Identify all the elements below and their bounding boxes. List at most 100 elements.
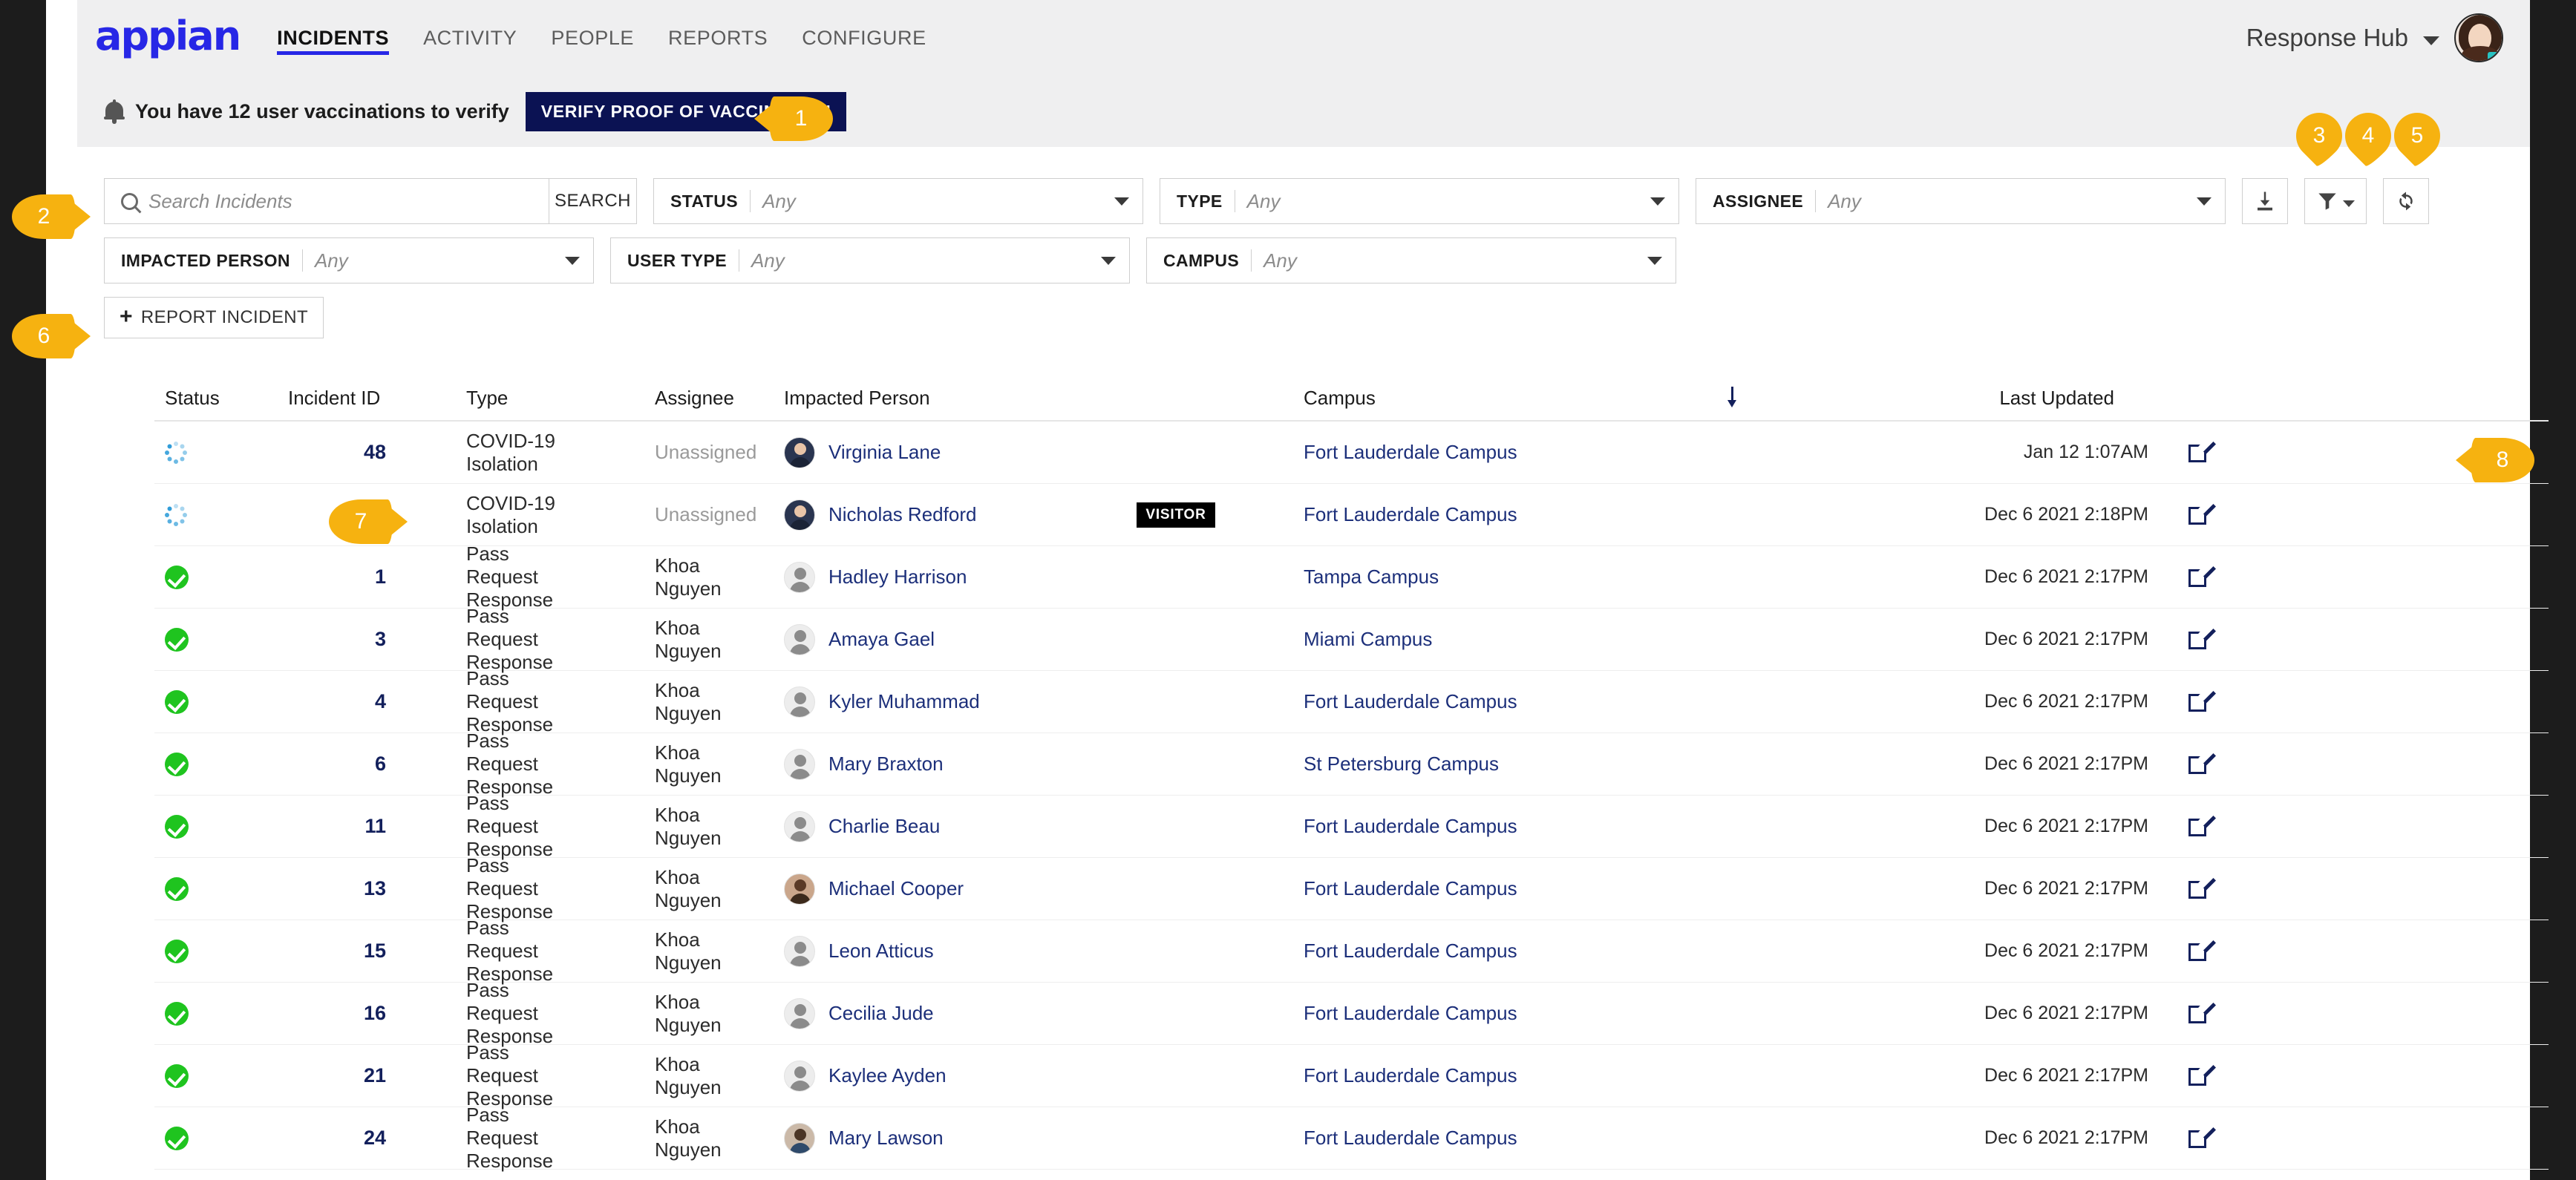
filter-assignee[interactable]: ASSIGNEE Any	[1696, 178, 2226, 224]
table-row[interactable]: 6 Pass Request Response Khoa Nguyen Mary Br…	[154, 730, 2549, 798]
impacted-person-link[interactable]: Leon Atticus	[828, 940, 934, 963]
search-button[interactable]: SEARCH	[549, 178, 637, 224]
table-row[interactable]: 24 Pass Request Response Khoa Nguyen Mary L…	[154, 1104, 2549, 1172]
column-header-campus[interactable]: Campus	[1250, 387, 1636, 410]
edit-icon[interactable]	[2188, 813, 2216, 837]
filter-campus[interactable]: CAMPUS Any	[1146, 237, 1676, 283]
status-complete-icon	[154, 1001, 249, 1026]
status-complete-icon	[154, 752, 249, 776]
table-row[interactable]: 16 Pass Request Response Khoa Nguyen Cecili…	[154, 979, 2549, 1047]
nav-item-label: PEOPLE	[551, 26, 635, 49]
filter-campus-label: CAMPUS	[1163, 250, 1240, 270]
impacted-person-link[interactable]: Nicholas Redford	[828, 503, 976, 526]
impacted-person-link[interactable]: Kyler Muhammad	[828, 690, 980, 713]
impacted-person-link[interactable]: Mary Braxton	[828, 753, 944, 776]
appian-logo[interactable]: appian	[95, 16, 241, 56]
impacted-person-link[interactable]: Hadley Harrison	[828, 566, 967, 589]
filter-type-label: TYPE	[1177, 191, 1223, 211]
cell-last-updated: Dec 6 2021 2:17PM	[1829, 1065, 2156, 1086]
download-button[interactable]	[2242, 178, 2288, 224]
impacted-person-link[interactable]: Amaya Gael	[828, 628, 935, 651]
campus-link[interactable]: Fort Lauderdale Campus	[1304, 690, 1517, 712]
refresh-button[interactable]	[2383, 178, 2429, 224]
callout-marker-6: 6	[12, 314, 91, 358]
report-incident-button[interactable]: + REPORT INCIDENT	[104, 297, 324, 338]
search-input[interactable]: Search Incidents	[104, 178, 549, 224]
table-row[interactable]: 4 Pass Request Response Khoa Nguyen Kyler M…	[154, 667, 2549, 735]
cell-campus: Fort Lauderdale Campus	[1250, 1002, 1636, 1025]
column-header-status[interactable]: Status	[154, 387, 249, 410]
table-row[interactable]: 48 COVID-19 Isolation Unassigned Virginia L…	[154, 422, 2549, 484]
filter-impacted-person[interactable]: IMPACTED PERSON Any	[104, 237, 594, 283]
campus-link[interactable]: Fort Lauderdale Campus	[1304, 1127, 1517, 1149]
user-menu[interactable]: Response Hub	[2246, 13, 2503, 62]
edit-icon[interactable]	[2188, 1062, 2216, 1086]
cell-assignee-text: Khoa Nguyen	[655, 616, 722, 662]
impacted-person-link[interactable]: Mary Lawson	[828, 1127, 944, 1150]
column-header-last-updated[interactable]: Last Updated	[1829, 387, 2156, 410]
cell-incident-id: 13	[249, 877, 390, 900]
table-row[interactable]: 21 Pass Request Response Khoa Nguyen Kaylee…	[154, 1041, 2549, 1109]
cell-edit-action	[2156, 563, 2242, 588]
campus-link[interactable]: Tampa Campus	[1304, 566, 1439, 588]
cell-incident-id-text: 1	[374, 566, 386, 588]
callout-pointer	[74, 203, 91, 230]
table-row[interactable]: 13 Pass Request Response Khoa Nguyen Michae…	[154, 854, 2549, 922]
table-row[interactable]: 15 Pass Request Response Khoa Nguyen Leon A…	[154, 917, 2549, 985]
cell-type-text: COVID-19 Isolation	[466, 429, 555, 475]
sort-indicator[interactable]	[1636, 387, 1829, 409]
filter-user-type[interactable]: USER TYPE Any	[610, 237, 1130, 283]
nav-item-reports[interactable]: REPORTS	[668, 0, 768, 76]
impacted-person-link[interactable]: Kaylee Ayden	[828, 1064, 947, 1087]
nav-item-configure[interactable]: CONFIGURE	[802, 0, 926, 76]
edit-icon[interactable]	[2188, 750, 2216, 775]
impacted-person-link[interactable]: Virginia Lane	[828, 441, 941, 464]
column-header-type[interactable]: Type	[390, 387, 566, 410]
nav-item-people[interactable]: PEOPLE	[551, 0, 634, 76]
edit-icon[interactable]	[2188, 563, 2216, 588]
chevron-down-icon	[1647, 256, 1662, 265]
column-header-impacted-person[interactable]: Impacted Person	[722, 387, 1102, 410]
cell-last-updated: Dec 6 2021 2:17PM	[1829, 566, 2156, 588]
campus-link[interactable]: Fort Lauderdale Campus	[1304, 815, 1517, 837]
nav-item-incidents[interactable]: INCIDENTS	[277, 0, 389, 76]
nav-item-label: REPORTS	[668, 26, 768, 49]
nav-item-activity[interactable]: ACTIVITY	[423, 0, 517, 76]
table-row[interactable]: 11 Pass Request Response Khoa Nguyen Charli…	[154, 792, 2549, 860]
edit-icon[interactable]	[2188, 688, 2216, 712]
table-row[interactable]: 3 Pass Request Response Khoa Nguyen Amaya G…	[154, 605, 2549, 673]
filter-status[interactable]: STATUS Any	[653, 178, 1143, 224]
campus-link[interactable]: St Petersburg Campus	[1304, 753, 1499, 775]
avatar[interactable]	[2454, 13, 2503, 62]
edit-icon[interactable]	[2188, 937, 2216, 962]
left-margin	[46, 0, 77, 1180]
edit-icon[interactable]	[2188, 626, 2216, 650]
campus-link[interactable]: Fort Lauderdale Campus	[1304, 877, 1517, 899]
campus-link[interactable]: Fort Lauderdale Campus	[1304, 503, 1517, 525]
edit-icon[interactable]	[2188, 1000, 2216, 1024]
filter-button[interactable]	[2304, 178, 2367, 224]
callout-number: 1	[794, 106, 808, 131]
edit-icon[interactable]	[2188, 1124, 2216, 1149]
column-header-assignee[interactable]: Assignee	[566, 387, 734, 410]
filter-impacted-person-value: Any	[314, 249, 348, 272]
column-header-incident-id[interactable]: Incident ID	[249, 387, 390, 410]
table-row[interactable]: 29COVID-19 IsolationUnassignedNicholas R…	[154, 484, 2549, 546]
campus-link[interactable]: Miami Campus	[1304, 628, 1432, 650]
campus-link[interactable]: Fort Lauderdale Campus	[1304, 940, 1517, 962]
search-icon	[121, 192, 138, 210]
impacted-person-link[interactable]: Cecilia Jude	[828, 1002, 934, 1025]
campus-link[interactable]: Fort Lauderdale Campus	[1304, 441, 1517, 463]
callout-number: 6	[37, 324, 50, 348]
filter-type[interactable]: TYPE Any	[1160, 178, 1679, 224]
table-row[interactable]: 1 Pass Request Response Khoa Nguyen Hadley …	[154, 543, 2549, 611]
cell-incident-id: 24	[249, 1127, 390, 1150]
edit-icon[interactable]	[2188, 875, 2216, 899]
impacted-person-link[interactable]: Charlie Beau	[828, 815, 940, 838]
edit-icon[interactable]	[2188, 501, 2216, 525]
edit-icon[interactable]	[2188, 439, 2216, 463]
impacted-person-link[interactable]: Michael Cooper	[828, 877, 964, 900]
cell-last-updated: Dec 6 2021 2:17PM	[1829, 940, 2156, 962]
campus-link[interactable]: Fort Lauderdale Campus	[1304, 1002, 1517, 1024]
campus-link[interactable]: Fort Lauderdale Campus	[1304, 1064, 1517, 1086]
